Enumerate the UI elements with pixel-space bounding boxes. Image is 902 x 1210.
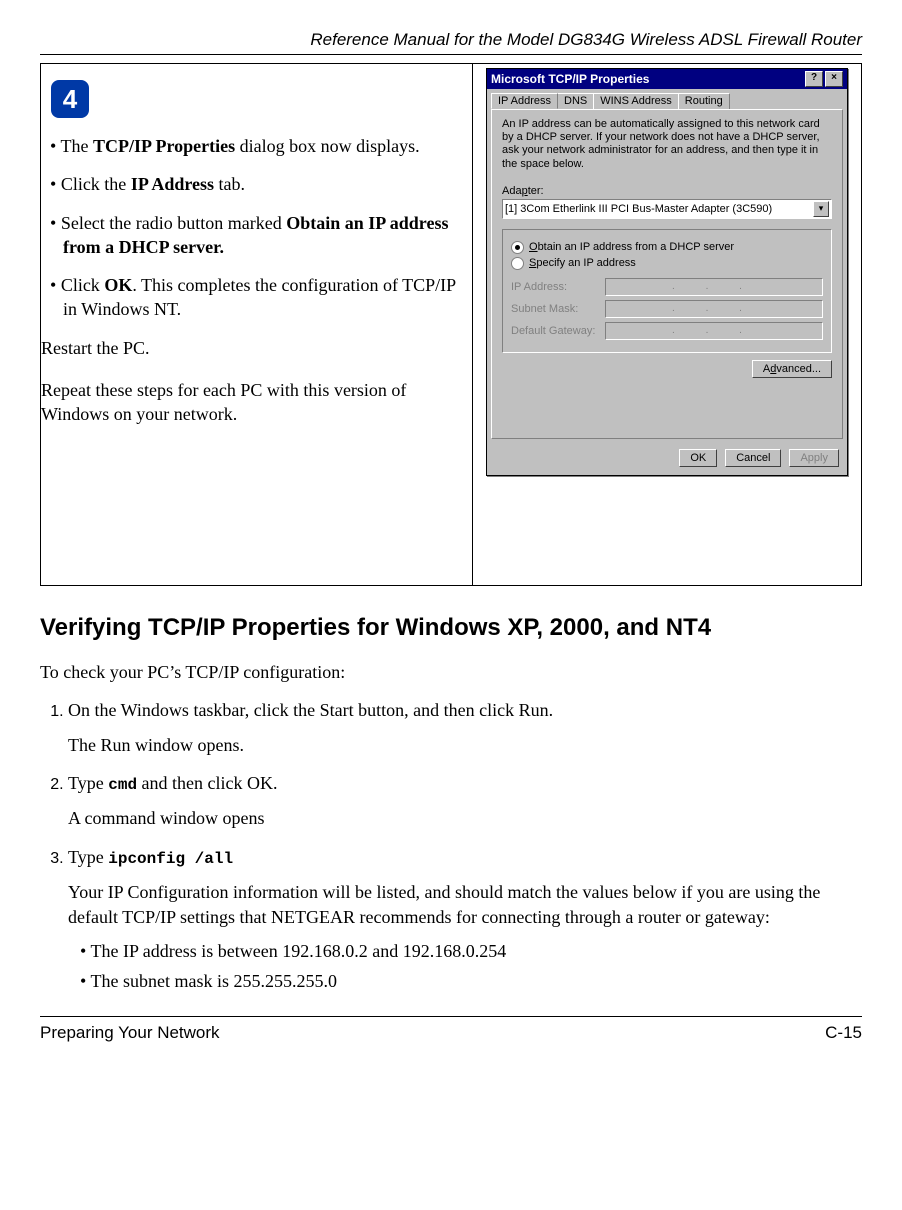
ip-fields: IP Address: . . . Subnet Mask: . . . Def… xyxy=(511,278,823,340)
step-3-bullet-2: The subnet mask is 255.255.255.0 xyxy=(94,969,862,993)
tab-panel: An IP address can be automatically assig… xyxy=(491,109,843,439)
step-3-sub: Your IP Configuration information will b… xyxy=(68,880,862,929)
subnet-mask-label: Subnet Mask: xyxy=(511,303,599,315)
bullet-1: The TCP/IP Properties dialog box now dis… xyxy=(63,134,468,158)
bullet-3: Select the radio button marked Obtain an… xyxy=(63,211,468,260)
step-number-badge: 4 xyxy=(51,80,89,118)
radio-specify-ip[interactable]: Specify an IP address xyxy=(511,257,823,270)
numbered-steps: On the Windows taskbar, click the Start … xyxy=(40,698,862,994)
section-heading: Verifying TCP/IP Properties for Windows … xyxy=(40,614,862,642)
tab-dns[interactable]: DNS xyxy=(557,93,594,109)
step-1-sub: The Run window opens. xyxy=(68,733,862,757)
step-2-sub: A command window opens xyxy=(68,806,862,830)
adapter-label: Adapter: xyxy=(502,185,832,197)
page-footer: Preparing Your Network C-15 xyxy=(40,1016,862,1043)
subnet-mask-field: . . . xyxy=(605,300,823,318)
bullet-2: Click the IP Address tab. xyxy=(63,172,468,196)
gateway-label: Default Gateway: xyxy=(511,325,599,337)
step-3-bullet-1: The IP address is between 192.168.0.2 an… xyxy=(94,939,862,963)
chevron-down-icon[interactable]: ▾ xyxy=(813,201,829,217)
bullet-4: Click OK. This completes the configurati… xyxy=(63,273,468,322)
radio-obtain-dhcp[interactable]: Obtain an IP address from a DHCP server xyxy=(511,241,823,254)
cancel-button[interactable]: Cancel xyxy=(725,449,781,467)
step-1: On the Windows taskbar, click the Start … xyxy=(68,698,862,757)
step-bullet-list: The TCP/IP Properties dialog box now dis… xyxy=(41,134,468,322)
ip-groupbox: Obtain an IP address from a DHCP server … xyxy=(502,229,832,353)
advanced-button[interactable]: Advanced... xyxy=(752,360,832,378)
adapter-value: [1] 3Com Etherlink III PCI Bus-Master Ad… xyxy=(505,203,772,215)
header-title: Reference Manual for the Model DG834G Wi… xyxy=(40,30,862,55)
step-2: Type cmd and then click OK. A command wi… xyxy=(68,771,862,831)
dialog-tabs: IP Address DNS WINS Address Routing xyxy=(487,89,847,109)
radio-icon xyxy=(511,241,524,254)
ip-address-label: IP Address: xyxy=(511,281,599,293)
footer-right: C-15 xyxy=(825,1023,862,1043)
footer-left: Preparing Your Network xyxy=(40,1023,220,1043)
ip-address-field: . . . xyxy=(605,278,823,296)
dialog-titlebar: Microsoft TCP/IP Properties ? × xyxy=(487,69,847,89)
ipconfig-code: ipconfig /all xyxy=(108,850,233,868)
tcpip-properties-dialog: Microsoft TCP/IP Properties ? × IP Addre… xyxy=(486,68,848,476)
gateway-field: . . . xyxy=(605,322,823,340)
cmd-code: cmd xyxy=(108,776,137,794)
ok-button[interactable]: OK xyxy=(679,449,717,467)
apply-button[interactable]: Apply xyxy=(789,449,839,467)
help-icon[interactable]: ? xyxy=(805,71,823,87)
step-3: Type ipconfig /all Your IP Configuration… xyxy=(68,845,862,994)
dialog-info-text: An IP address can be automatically assig… xyxy=(502,118,832,171)
close-icon[interactable]: × xyxy=(825,71,843,87)
tab-wins[interactable]: WINS Address xyxy=(593,93,679,109)
adapter-dropdown[interactable]: [1] 3Com Etherlink III PCI Bus-Master Ad… xyxy=(502,199,832,219)
screenshot-column: Microsoft TCP/IP Properties ? × IP Addre… xyxy=(473,64,861,585)
section-intro: To check your PC’s TCP/IP configuration: xyxy=(40,660,862,684)
step-box: 4 The TCP/IP Properties dialog box now d… xyxy=(40,63,862,586)
step-text-column: 4 The TCP/IP Properties dialog box now d… xyxy=(41,64,473,585)
repeat-paragraph: Repeat these steps for each PC with this… xyxy=(41,378,468,427)
dialog-button-row: OK Cancel Apply xyxy=(487,443,847,475)
dialog-title: Microsoft TCP/IP Properties xyxy=(491,72,649,86)
step-3-bullets: The IP address is between 192.168.0.2 an… xyxy=(78,939,862,994)
restart-paragraph: Restart the PC. xyxy=(41,336,468,360)
tab-ip-address[interactable]: IP Address xyxy=(491,93,558,109)
tab-routing[interactable]: Routing xyxy=(678,93,730,109)
radio-icon xyxy=(511,257,524,270)
